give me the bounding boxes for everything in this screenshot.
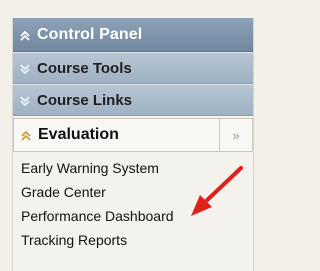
evaluation-menu: Early Warning System Grade Center Perfor…: [21, 156, 251, 252]
section-label: Course Links: [37, 91, 133, 109]
section-course-tools[interactable]: Course Tools: [13, 52, 253, 84]
section-label: Evaluation: [38, 126, 119, 143]
section-label: Course Tools: [37, 59, 132, 77]
menu-item-grade-center[interactable]: Grade Center: [21, 180, 251, 204]
collapse-button[interactable]: »: [219, 119, 252, 151]
control-panel: Control Panel Course Tools Course Links …: [12, 18, 254, 271]
control-panel-title: Control Panel: [37, 25, 143, 43]
section-course-links[interactable]: Course Links: [13, 84, 253, 116]
double-chevron-up-icon: [20, 129, 32, 141]
double-chevron-down-icon: [19, 62, 31, 75]
menu-item-tracking-reports[interactable]: Tracking Reports: [21, 228, 251, 252]
control-panel-header[interactable]: Control Panel: [13, 18, 253, 52]
menu-item-performance-dashboard[interactable]: Performance Dashboard: [21, 204, 251, 228]
menu-item-early-warning-system[interactable]: Early Warning System: [21, 156, 251, 180]
section-evaluation[interactable]: Evaluation »: [13, 118, 253, 152]
double-chevron-up-icon: [19, 29, 31, 41]
double-chevron-down-icon: [19, 94, 31, 107]
